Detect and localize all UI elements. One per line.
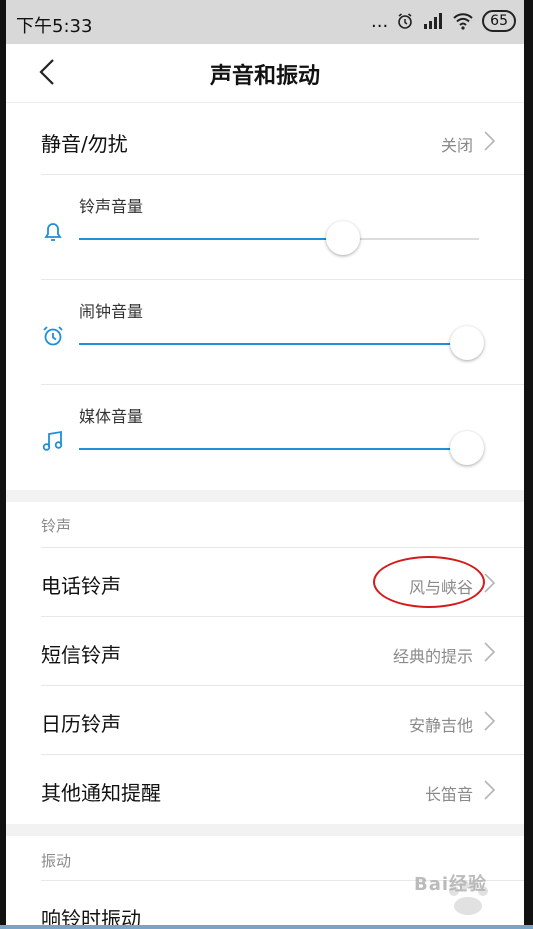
section-divider: [6, 824, 524, 836]
alarm-volume-slider[interactable]: [79, 326, 484, 360]
ringtone-volume: 铃声音量: [41, 175, 524, 280]
calendar-ringtone-label: 日历铃声: [41, 712, 121, 736]
watermark-text: Bai经验: [414, 874, 488, 895]
phone-screen: 下午5:33 ... 65 声音和振动 静音/勿扰 关闭 铃声音量 闹钟音量 媒…: [6, 0, 524, 929]
ringtone-volume-thumb[interactable]: [326, 221, 360, 255]
sms-ringtone-value: 经典的提示: [392, 647, 473, 666]
frame-right-border: [524, 0, 533, 929]
ringtone-volume-label: 铃声音量: [79, 197, 144, 216]
top-nav-bar: 声音和振动: [6, 44, 524, 103]
dnd-value: 关闭: [440, 136, 473, 155]
chevron-right-icon: [484, 131, 496, 151]
dnd-row[interactable]: 静音/勿扰 关闭: [41, 106, 524, 175]
calendar-ringtone-item[interactable]: 日历铃声 安静吉他: [41, 686, 524, 755]
dnd-label: 静音/勿扰: [41, 132, 128, 156]
ringtone-section-title: 铃声: [41, 517, 72, 535]
media-volume-fill: [79, 448, 467, 450]
vibration-section-title: 振动: [41, 852, 72, 870]
other-notification-item[interactable]: 其他通知提醒 长笛音: [41, 755, 524, 823]
ringtone-item-label: 电话铃声: [41, 574, 121, 598]
chevron-right-icon: [484, 573, 496, 593]
alarm-volume-thumb[interactable]: [450, 326, 484, 360]
alarm-clock-icon: [43, 326, 63, 346]
media-volume: 媒体音量: [41, 385, 524, 489]
media-volume-thumb[interactable]: [450, 431, 484, 465]
battery-indicator: 65: [482, 10, 516, 32]
sms-ringtone-item[interactable]: 短信铃声 经典的提示: [41, 617, 524, 686]
alarm-volume: 闹钟音量: [41, 280, 524, 385]
alarm-status-icon: [398, 13, 412, 29]
status-icons: ... 65: [371, 10, 516, 32]
status-time: 下午5:33: [16, 16, 93, 37]
chevron-right-icon: [484, 711, 496, 731]
page-title: 声音和振动: [209, 64, 320, 89]
bottom-edge-strip: [0, 925, 533, 929]
other-notification-label: 其他通知提醒: [41, 781, 161, 805]
bell-icon: [44, 223, 62, 241]
section-divider: [6, 490, 524, 502]
status-bar: 下午5:33 ... 65: [6, 0, 524, 44]
ringtone-volume-fill: [79, 238, 343, 240]
ringtone-volume-slider[interactable]: [79, 221, 479, 255]
chevron-right-icon: [484, 642, 496, 662]
alarm-volume-fill: [79, 343, 467, 345]
annotation-circle: [373, 556, 485, 608]
chevron-right-icon: [484, 780, 496, 800]
music-note-icon: [42, 430, 63, 451]
signal-icon: [424, 13, 443, 29]
calendar-ringtone-value: 安静吉他: [408, 716, 473, 735]
media-volume-slider[interactable]: [79, 431, 484, 465]
sms-ringtone-label: 短信铃声: [41, 643, 121, 667]
other-notification-value: 长笛音: [424, 785, 473, 804]
more-dots: ...: [371, 10, 389, 32]
wifi-icon: [453, 13, 473, 30]
media-volume-label: 媒体音量: [79, 407, 144, 426]
alarm-volume-label: 闹钟音量: [79, 302, 144, 321]
